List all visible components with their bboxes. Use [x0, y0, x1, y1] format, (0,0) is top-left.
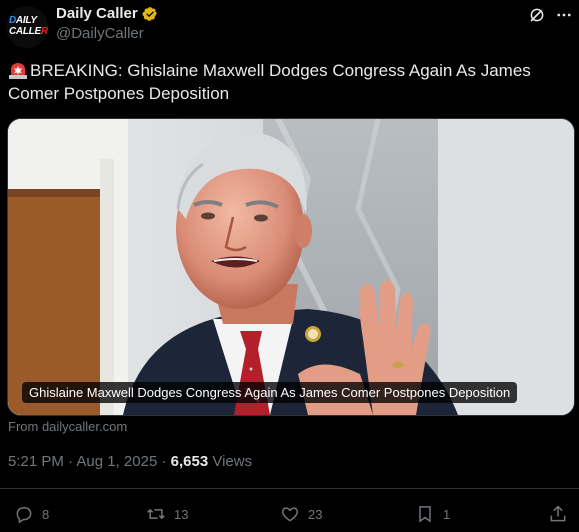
reply-icon	[16, 507, 32, 524]
divider	[0, 488, 579, 489]
verified-badge-icon	[142, 7, 157, 21]
grok-icon[interactable]	[528, 6, 546, 24]
bookmark-count: 1	[443, 506, 451, 522]
share-icon	[550, 505, 566, 522]
tweet-time[interactable]: 5:21 PM	[8, 453, 64, 470]
article-photo	[8, 119, 574, 415]
avatar-logo-text-c: CALLE	[9, 26, 41, 37]
more-icon[interactable]	[555, 6, 573, 24]
tweet-text: BREAKING: Ghislaine Maxwell Dodges Congr…	[8, 59, 568, 105]
views-count: 6,653	[170, 453, 209, 470]
meta-separator: ·	[63, 453, 77, 470]
meta-separator: ·	[157, 453, 171, 470]
tweet-date[interactable]: Aug 1, 2025	[76, 453, 157, 470]
retweet-button[interactable]: 13	[146, 503, 188, 525]
avatar-logo-text-d: R	[40, 26, 48, 37]
heart-icon	[281, 507, 299, 522]
bookmark-icon	[419, 506, 431, 523]
tweet-meta: 5:21 PM · Aug 1, 2025 · 6,653 Views	[8, 453, 252, 470]
tweet-body: BREAKING: Ghislaine Maxwell Dodges Congr…	[8, 61, 531, 103]
retweet-count: 13	[174, 506, 189, 522]
author-handle[interactable]: @DailyCaller	[56, 25, 144, 42]
views-label: Views	[208, 453, 253, 470]
reply-count: 8	[42, 506, 50, 522]
card-caption: Ghislaine Maxwell Dodges Congress Again …	[22, 382, 518, 403]
card-source[interactable]: From dailycaller.com	[8, 419, 127, 434]
siren-emoji-icon	[9, 63, 27, 79]
author-display-name[interactable]: Daily Caller	[56, 5, 138, 22]
like-button[interactable]: 23	[280, 503, 322, 525]
like-count: 23	[308, 506, 323, 522]
bookmark-button[interactable]: 1	[415, 503, 450, 525]
avatar-logo-text-a: D	[9, 15, 16, 26]
reply-button[interactable]: 8	[14, 503, 49, 525]
avatar[interactable]: DAILY CALLER	[6, 6, 48, 48]
retweet-icon	[147, 508, 165, 520]
share-button[interactable]	[548, 503, 576, 525]
link-card[interactable]: Ghislaine Maxwell Dodges Congress Again …	[7, 118, 575, 416]
avatar-logo-text-b: AILY	[15, 15, 37, 26]
